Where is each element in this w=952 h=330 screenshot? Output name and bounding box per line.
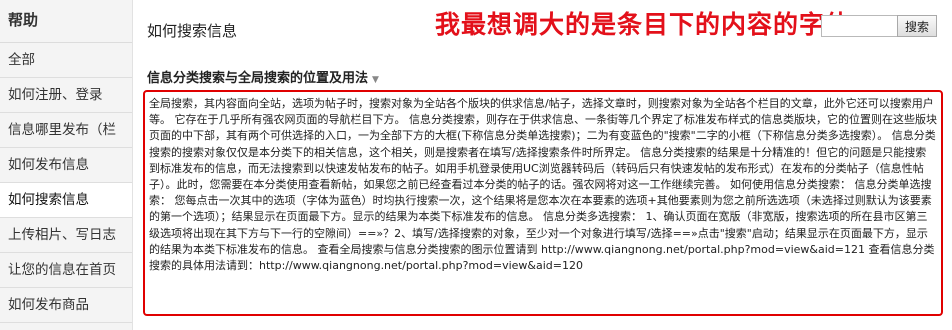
sidebar-item-upload-photos-blog[interactable]: 上传相片、写日志 (0, 218, 132, 253)
highlighted-content-box: 全局搜索，其内容面向全站，选项为帖子时，搜索对象为全站各个版块的供求信息/帖子，… (143, 90, 943, 316)
sidebar-item-how-to-post[interactable]: 如何发布信息 (0, 148, 132, 183)
annotation-banner: 我最想调大的是条目下的内容的字体 (435, 10, 852, 39)
link-search-diagram[interactable]: http://www.qiangnong.net/portal.php?mod=… (541, 243, 865, 256)
body-text: 全局搜索，其内容面向全站，选项为帖子时，搜索对象为全站各个版块的供求信息/帖子，… (149, 97, 937, 256)
sidebar-item-how-to-post-products[interactable]: 如何发布商品 (0, 288, 132, 323)
chevron-down-icon: ▼ (372, 75, 379, 85)
search-button[interactable]: 搜索 (897, 15, 937, 37)
main-content: 如何搜索信息 我最想调大的是条目下的内容的字体 搜索 信息分类搜索与全局搜索的位… (133, 0, 952, 330)
section-title: 信息分类搜索与全局搜索的位置及用法 (147, 71, 369, 86)
page-title: 如何搜索信息 (147, 22, 238, 40)
sidebar-item-how-to-search[interactable]: 如何搜索信息 (0, 183, 132, 218)
sidebar-item-all[interactable]: 全部 (0, 43, 132, 78)
search-input[interactable] (821, 15, 899, 37)
section-header[interactable]: 信息分类搜索与全局搜索的位置及用法 ▼ (147, 67, 379, 86)
sidebar-item-where-to-post[interactable]: 信息哪里发布（栏 (0, 113, 132, 148)
link-search-usage[interactable]: http://www.qiangnong.net/portal.php?mod=… (259, 259, 583, 272)
sidebar-item-homepage-feature[interactable]: 让您的信息在首页 (0, 253, 132, 288)
help-sidebar: 帮助 全部 如何注册、登录 信息哪里发布（栏 如何发布信息 如何搜索信息 上传相… (0, 0, 133, 330)
sidebar-item-register-login[interactable]: 如何注册、登录 (0, 78, 132, 113)
sidebar-title: 帮助 (0, 0, 132, 43)
section-body: 全局搜索，其内容面向全站，选项为帖子时，搜索对象为全站各个版块的供求信息/帖子，… (149, 96, 937, 274)
